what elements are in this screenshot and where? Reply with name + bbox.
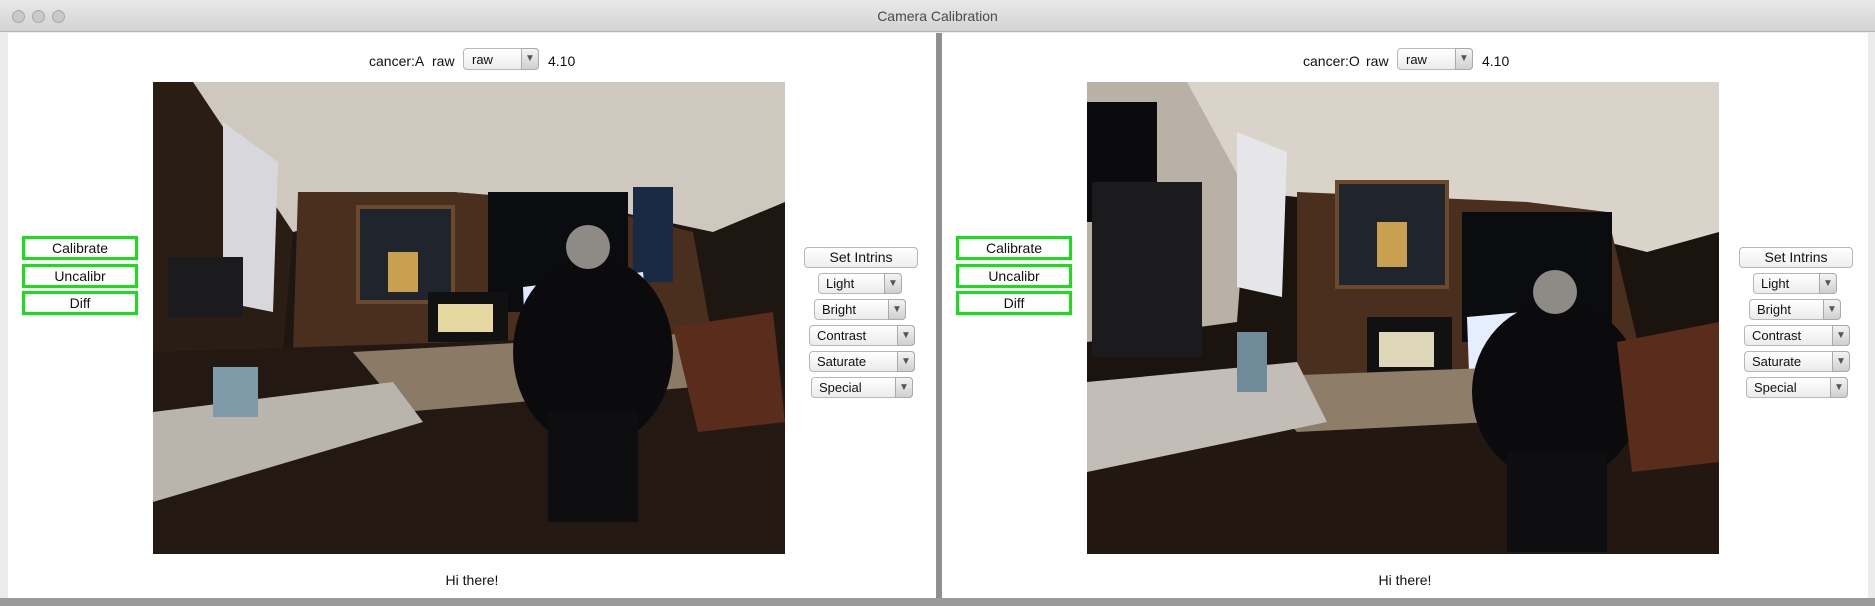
chevron-down-icon: ▼ (1832, 325, 1850, 346)
chevron-down-icon: ▼ (897, 325, 915, 346)
camera-name: cancer:O (1303, 53, 1360, 69)
contrast-dropdown[interactable]: Contrast ▼ (809, 325, 915, 346)
light-dropdown-label: Light (1761, 276, 1790, 291)
contrast-dropdown-label: Contrast (1752, 328, 1802, 343)
contrast-dropdown[interactable]: Contrast ▼ (1744, 325, 1850, 346)
contrast-dropdown-label: Contrast (817, 328, 867, 343)
diff-button[interactable]: Diff (956, 291, 1072, 315)
chevron-down-icon: ▼ (1832, 351, 1850, 372)
saturate-dropdown[interactable]: Saturate ▼ (1744, 351, 1850, 372)
uncalibrate-button[interactable]: Uncalibr (956, 264, 1072, 288)
camera-name: cancer:A (369, 53, 425, 69)
bright-dropdown-label: Bright (822, 302, 856, 317)
chevron-down-icon: ▼ (884, 273, 902, 294)
raw-label: raw (432, 53, 455, 69)
status-caption: Hi there! (445, 572, 499, 588)
camera-feed-image (153, 82, 785, 554)
mode-select-value: raw (1406, 52, 1427, 67)
saturate-dropdown-label: Saturate (1752, 354, 1802, 369)
chevron-down-icon: ▼ (897, 351, 915, 372)
chevron-down-icon: ▼ (1823, 299, 1841, 320)
set-intrins-button[interactable]: Set Intrins (804, 247, 918, 268)
version-label: 4.10 (548, 53, 576, 69)
saturate-dropdown[interactable]: Saturate ▼ (809, 351, 915, 372)
chevron-down-icon: ▼ (1830, 377, 1848, 398)
calibrate-button[interactable]: Calibrate (956, 236, 1072, 260)
chevron-down-icon: ▼ (895, 377, 913, 398)
status-caption: Hi there! (1378, 572, 1432, 588)
light-dropdown-label: Light (826, 276, 855, 291)
raw-label: raw (1366, 53, 1389, 69)
diff-button[interactable]: Diff (22, 291, 138, 315)
camera-pane-right: cancer:O raw raw ▼ 4.10 Calibrate Uncali… (942, 33, 1868, 598)
pane-header: cancer:O raw raw ▼ 4.10 (942, 48, 1868, 74)
light-dropdown[interactable]: Light ▼ (1753, 273, 1837, 294)
title-bar: Camera Calibration (0, 0, 1875, 32)
calibrate-button[interactable]: Calibrate (22, 236, 138, 260)
chevron-down-icon: ▼ (1819, 273, 1837, 294)
camera-pane-left: cancer:A raw raw ▼ 4.10 Calibrate Uncali… (8, 33, 936, 598)
saturate-dropdown-label: Saturate (817, 354, 867, 369)
special-dropdown[interactable]: Special ▼ (1746, 377, 1848, 398)
chevron-down-icon: ▼ (888, 299, 906, 320)
set-intrins-button[interactable]: Set Intrins (1739, 247, 1853, 268)
camera-feed-graphic (153, 82, 785, 554)
camera-calibration-window: Camera Calibration cancer:A raw raw ▼ 4.… (0, 0, 1875, 606)
chevron-down-icon: ▼ (521, 48, 539, 70)
mode-select[interactable]: raw ▼ (1397, 48, 1473, 70)
special-dropdown-label: Special (819, 380, 862, 395)
camera-feed-graphic (1087, 82, 1719, 554)
version-label: 4.10 (1482, 53, 1510, 69)
chevron-down-icon: ▼ (1455, 48, 1473, 70)
mode-select[interactable]: raw ▼ (463, 48, 539, 70)
uncalibrate-button[interactable]: Uncalibr (22, 264, 138, 288)
special-dropdown-label: Special (1754, 380, 1797, 395)
bright-dropdown[interactable]: Bright ▼ (1749, 299, 1841, 320)
camera-feed-image (1087, 82, 1719, 554)
bright-dropdown[interactable]: Bright ▼ (814, 299, 906, 320)
pane-header: cancer:A raw raw ▼ 4.10 (8, 48, 936, 74)
window-bottom-edge (0, 598, 1875, 606)
special-dropdown[interactable]: Special ▼ (811, 377, 913, 398)
window-title: Camera Calibration (877, 8, 998, 24)
bright-dropdown-label: Bright (1757, 302, 1791, 317)
light-dropdown[interactable]: Light ▼ (818, 273, 902, 294)
mode-select-value: raw (472, 52, 493, 67)
